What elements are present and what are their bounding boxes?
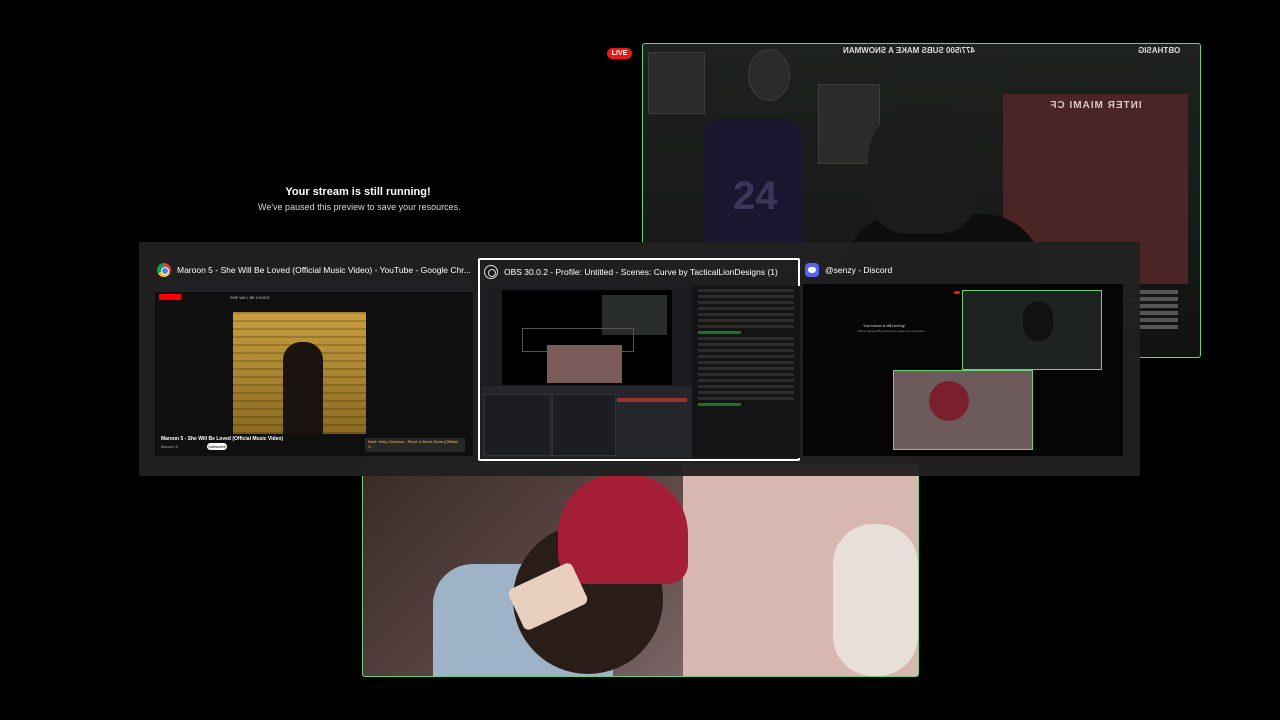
obs-icon (484, 265, 498, 279)
chat-row (698, 325, 794, 328)
video-person (283, 342, 323, 434)
window-obs[interactable]: OBS 30.0.2 - Profile: Untitled - Scenes:… (478, 258, 800, 461)
streamer-head (868, 104, 978, 234)
live-badge: LIVE (607, 48, 632, 59)
mini-streamer (1023, 301, 1053, 341)
paused-title-mini: Your stream is still running! (863, 324, 905, 328)
chat-row (698, 307, 794, 310)
webcam-bottom (362, 463, 919, 677)
video-title: Maroon 5 - She Will Be Loved (Official M… (161, 436, 284, 442)
window-thumbnail (482, 286, 800, 458)
chat-row (698, 391, 794, 394)
chat-row (698, 319, 794, 322)
chat-row (698, 373, 794, 376)
chat-row (698, 313, 794, 316)
youtube-search-text: SHE WILL BE LOVED (230, 294, 270, 300)
stream-paused-message: Your stream is still running! We've paus… (258, 186, 461, 212)
chrome-icon (157, 263, 171, 277)
audio-mixer (552, 394, 616, 456)
obs-chat-dock (692, 286, 800, 458)
video-frame (233, 312, 366, 434)
window-header: OBS 30.0.2 - Profile: Untitled - Scenes:… (482, 260, 796, 284)
red-cap (558, 474, 688, 584)
window-discord[interactable]: @senzy - Discord Your stream is still ru… (803, 258, 1123, 456)
window-title: Maroon 5 - She Will Be Loved (Official M… (177, 265, 471, 275)
channel-name: Maroon 5 (161, 444, 178, 449)
stream-paused-title: Your stream is still running! (285, 186, 431, 198)
youtube-logo (159, 294, 181, 300)
corner-overlay-text: OBTHASIG (1138, 46, 1181, 55)
window-thumbnail: Your stream is still running! We've paus… (803, 284, 1123, 456)
chat-row (698, 397, 794, 400)
chat-row (698, 355, 794, 358)
obs-preview (502, 290, 672, 385)
chat-row (698, 367, 794, 370)
window-title: OBS 30.0.2 - Profile: Untitled - Scenes:… (504, 267, 778, 277)
wall-poster (648, 52, 705, 114)
chat-row (698, 295, 794, 298)
window-header: @senzy - Discord (803, 258, 1123, 282)
chat-row (698, 343, 794, 346)
subscribe-button: Subscribe (207, 443, 227, 450)
up-next: Next: Kelly Clarkson - Since U Been Gone… (365, 438, 465, 452)
stream-paused-subtitle: We've paused this preview to save your r… (258, 202, 461, 212)
window-title: @senzy - Discord (825, 265, 893, 275)
chat-row (698, 337, 794, 340)
chat-row (698, 361, 794, 364)
banner-text: INTER MIAMI CF (1049, 100, 1142, 111)
youtube-topbar: SHE WILL BE LOVED (155, 292, 473, 302)
chat-row (698, 349, 794, 352)
mini-cap (929, 381, 969, 421)
chat-row (698, 289, 794, 292)
preview-cam (547, 345, 622, 383)
discord-icon (805, 263, 819, 277)
live-badge-mini (954, 291, 960, 294)
window-header: Maroon 5 - She Will Be Loved (Official M… (155, 258, 473, 282)
recording-indicator (617, 398, 687, 402)
obs-docks (482, 386, 692, 458)
chat-row (698, 385, 794, 388)
pillow (833, 524, 918, 676)
task-switcher: Maroon 5 - She Will Be Loved (Official M… (139, 242, 1140, 476)
mini-webcam-top (962, 290, 1102, 370)
jersey-number: 24 (733, 174, 778, 218)
chat-row (698, 331, 742, 334)
browser-tabbar (155, 284, 473, 292)
paused-subtitle-mini: We've paused this preview to save your r… (858, 329, 926, 333)
smiley-poster (748, 49, 790, 101)
chat-row (698, 301, 794, 304)
scenes-dock (484, 394, 551, 456)
window-thumbnail: SHE WILL BE LOVED Maroon 5 - She Will Be… (155, 284, 473, 456)
chat-row (698, 403, 742, 406)
chat-row (698, 379, 794, 382)
jersey: 24 (703, 119, 803, 249)
mini-webcam-bottom (893, 370, 1033, 450)
window-youtube[interactable]: Maroon 5 - She Will Be Loved (Official M… (155, 258, 473, 456)
subs-goal-overlay: 477/500 SUBS MAKE A SNOWMAN (843, 46, 975, 55)
